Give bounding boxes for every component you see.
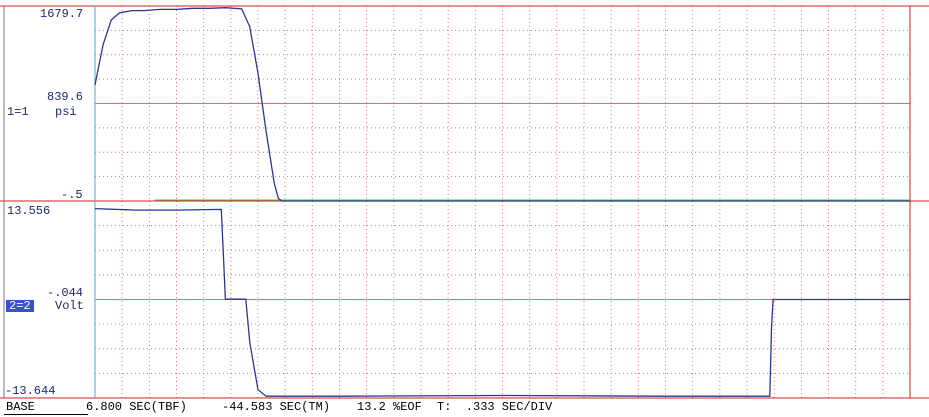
base-label[interactable]: BASE xyxy=(6,400,35,414)
ch2-ymid-label: -.044 xyxy=(47,286,84,300)
ch1-ymax-label: 1679.7 xyxy=(40,7,84,21)
ch2-channel-id-selected[interactable]: 2=2 xyxy=(6,300,34,312)
trace-channel-2-volt xyxy=(94,207,910,397)
ch1-ymid-label: 839.6 xyxy=(47,90,84,104)
tm-readout: -44.583 SEC(TM) xyxy=(222,400,331,414)
tbf-readout: 6.800 SEC(TBF) xyxy=(86,400,187,414)
base-underline xyxy=(4,414,88,415)
tdiv-readout: T: .333 SEC/DIV xyxy=(437,400,553,414)
ch1-unit-label: psi xyxy=(55,105,77,119)
eof-readout: 13.2 %EOF xyxy=(357,400,422,414)
ch2-ymin-label: -13.644 xyxy=(5,384,56,398)
ch2-ymax-label: 13.556 xyxy=(7,204,51,218)
ch1-ymin-label: -.5 xyxy=(61,188,83,202)
oscilloscope-display[interactable] xyxy=(0,0,929,417)
ch2-unit-label: Volt xyxy=(55,299,84,313)
status-bar: BASE 6.800 SEC(TBF) -44.583 SEC(TM) 13.2… xyxy=(0,399,929,417)
ch1-channel-id[interactable]: 1=1 xyxy=(7,106,29,118)
trace-channel-1-psi xyxy=(94,7,910,202)
plot-frame xyxy=(0,5,929,399)
grid-channel-1 xyxy=(95,6,910,201)
